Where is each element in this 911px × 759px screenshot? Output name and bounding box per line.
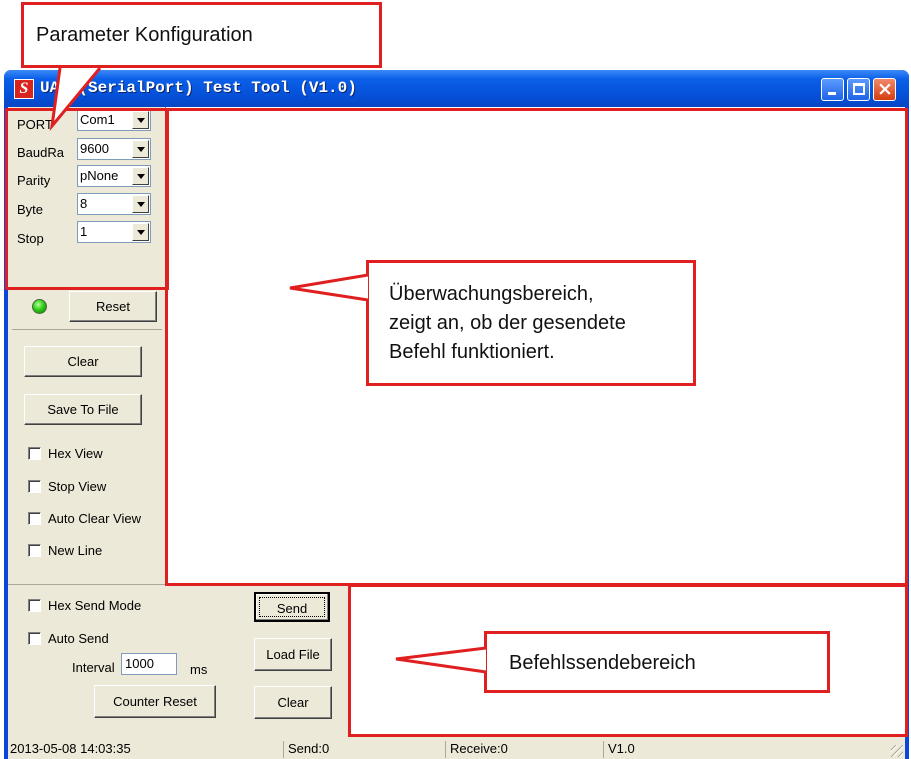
parameter-highlight-box <box>5 108 169 290</box>
hex-view-checkbox-box[interactable] <box>28 447 41 460</box>
minimize-button[interactable] <box>821 78 844 101</box>
auto-clear-view-label: Auto Clear View <box>48 511 141 526</box>
clear-view-button-label: Clear <box>67 354 99 369</box>
monitor-callout-line-1: Überwachungsbereich, <box>389 283 594 305</box>
close-icon: × <box>877 78 893 100</box>
auto-send-checkbox-box[interactable] <box>28 632 41 645</box>
clear-send-button[interactable]: Clear <box>254 686 332 719</box>
auto-send-label: Auto Send <box>48 631 109 646</box>
send-button[interactable]: Send <box>254 592 330 622</box>
monitor-callout-line-2: zeigt an, ob der gesendete <box>389 312 626 334</box>
hex-send-mode-checkbox-box[interactable] <box>28 599 41 612</box>
connection-led-icon <box>32 299 47 314</box>
interval-unit: ms <box>190 662 208 677</box>
save-to-file-button-label: Save To File <box>47 402 119 417</box>
new-line-checkbox-box[interactable] <box>28 544 41 557</box>
maximize-icon <box>853 83 865 95</box>
status-datetime: 2013-05-08 14:03:35 <box>8 741 284 758</box>
load-file-button[interactable]: Load File <box>254 638 332 671</box>
stop-view-checkbox-box[interactable] <box>28 480 41 493</box>
counter-reset-button-label: Counter Reset <box>113 694 197 709</box>
reset-button-label: Reset <box>96 299 130 314</box>
auto-clear-view-checkbox-box[interactable] <box>28 512 41 525</box>
maximize-button[interactable] <box>847 78 870 101</box>
clear-view-button[interactable]: Clear <box>24 346 142 377</box>
app-icon: S <box>14 79 34 99</box>
send-area-callout-text: Befehlssendebereich <box>509 652 696 674</box>
clear-send-button-label: Clear <box>277 695 309 710</box>
title-bar[interactable]: S UART(SerialPort) Test Tool (V1.0) × <box>4 70 909 107</box>
parameter-config-callout-text: Parameter Konfiguration <box>36 24 253 46</box>
save-to-file-button[interactable]: Save To File <box>24 394 142 425</box>
divider <box>12 329 162 330</box>
reset-button[interactable]: Reset <box>69 291 157 322</box>
status-bar: 2013-05-08 14:03:35 Send:0 Receive:0 V1.… <box>8 738 905 759</box>
send-area-callout: Befehlssendebereich <box>484 631 830 693</box>
load-file-button-label: Load File <box>266 647 320 662</box>
minimize-icon <box>828 92 836 95</box>
counter-reset-button[interactable]: Counter Reset <box>94 685 216 718</box>
parameter-config-callout: Parameter Konfiguration <box>21 2 382 68</box>
status-version: V1.0 <box>608 741 635 756</box>
resize-grip-icon[interactable] <box>891 745 903 757</box>
send-button-label: Send <box>259 597 325 617</box>
status-send: Send:0 <box>286 741 446 758</box>
interval-label: Interval <box>72 660 115 675</box>
close-button[interactable]: × <box>873 78 896 101</box>
new-line-label: New Line <box>48 543 103 558</box>
monitor-callout-line-3: Befehl funktioniert. <box>389 341 555 363</box>
hex-view-label: Hex View <box>48 446 103 461</box>
window-title: UART(SerialPort) Test Tool (V1.0) <box>40 79 357 97</box>
status-receive: Receive:0 <box>448 741 604 758</box>
stop-view-label: Stop View <box>48 479 107 494</box>
monitor-callout: Überwachungsbereich, zeigt an, ob der ge… <box>366 260 696 386</box>
interval-input[interactable]: 1000 <box>121 653 177 675</box>
hex-send-mode-label: Hex Send Mode <box>48 598 142 613</box>
